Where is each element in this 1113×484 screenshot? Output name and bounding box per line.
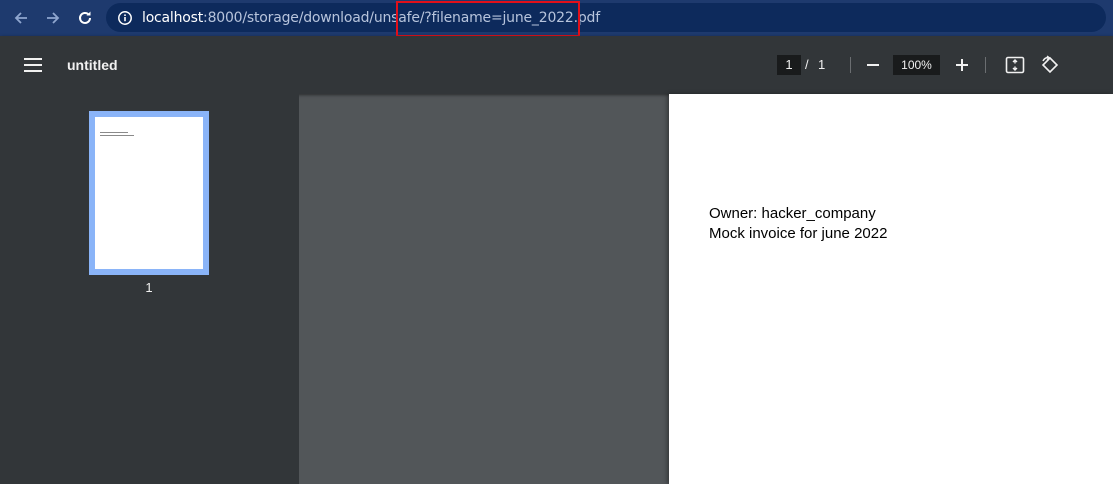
page-total: 1 xyxy=(818,57,826,72)
menu-button[interactable] xyxy=(21,53,45,77)
page-thumbnail[interactable] xyxy=(89,111,209,275)
url-host: localhost xyxy=(142,10,204,26)
owner-line: Owner: hacker_company xyxy=(709,205,876,222)
thumbnail-sidebar: 1 xyxy=(0,94,299,484)
thumbnail-text-line xyxy=(100,132,128,133)
page-content: Owner: hacker_company Mock invoice for j… xyxy=(709,204,887,244)
hamburger-menu-icon xyxy=(24,58,42,72)
toolbar-divider xyxy=(850,57,851,73)
zoom-in-button[interactable] xyxy=(950,53,974,77)
zoom-level-input[interactable]: 100% xyxy=(893,55,940,75)
url-highlight-annotation xyxy=(396,1,580,37)
thumbnail-text-line xyxy=(100,135,134,136)
reload-icon xyxy=(79,11,91,24)
document-title: untitled xyxy=(67,57,118,73)
pdf-page: Owner: hacker_company Mock invoice for j… xyxy=(669,94,1113,484)
toolbar-divider xyxy=(985,57,986,73)
invoice-line: Mock invoice for june 2022 xyxy=(709,225,888,242)
arrow-left-icon xyxy=(14,12,27,24)
fit-to-page-icon xyxy=(1005,56,1025,74)
site-info-button[interactable] xyxy=(113,6,137,30)
browser-toolbar: localhost:8000/storage/download/unsafe/?… xyxy=(0,0,1113,37)
info-icon xyxy=(118,11,132,25)
back-button[interactable] xyxy=(9,6,33,30)
fit-to-page-button[interactable] xyxy=(1003,53,1027,77)
page-separator: / xyxy=(805,57,809,72)
arrow-right-icon xyxy=(47,12,60,24)
forward-button[interactable] xyxy=(41,6,65,30)
rotate-icon xyxy=(1041,55,1059,74)
zoom-out-button[interactable] xyxy=(861,53,885,77)
page-number-input[interactable]: 1 xyxy=(777,55,801,75)
thumbnail-page xyxy=(95,117,203,269)
thumbnail-page-number: 1 xyxy=(145,280,153,295)
reload-button[interactable] xyxy=(73,6,97,30)
minus-icon xyxy=(867,64,879,66)
pdf-toolbar: untitled 1 / 1 100% xyxy=(0,36,1113,94)
rotate-button[interactable] xyxy=(1038,53,1062,77)
plus-icon xyxy=(956,59,968,71)
